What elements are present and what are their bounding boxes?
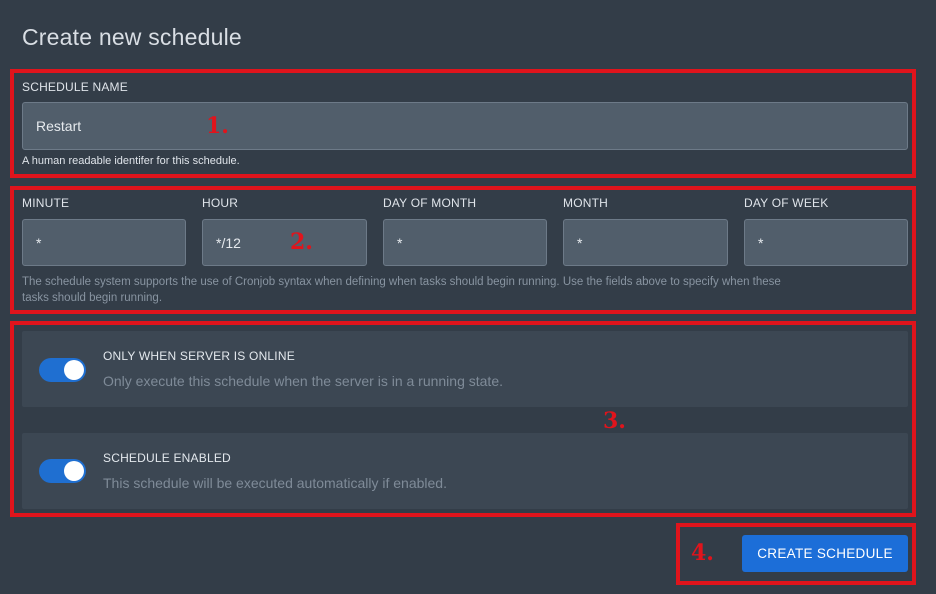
schedule-name-help: A human readable identifer for this sche…: [22, 155, 240, 167]
annotation-marker-2: 2.: [290, 229, 313, 255]
cron-help-line-1: The schedule system supports the use of …: [22, 276, 781, 288]
schedule-name-label: SCHEDULE NAME: [22, 80, 128, 94]
create-schedule-button[interactable]: CREATE SCHEDULE: [742, 535, 908, 572]
schedule-enabled-panel: SCHEDULE ENABLED This schedule will be e…: [22, 433, 908, 509]
day-of-month-value: *: [397, 234, 403, 251]
month-value: *: [577, 234, 583, 251]
minute-label: MINUTE: [22, 196, 70, 210]
hour-label: HOUR: [202, 196, 239, 210]
month-input[interactable]: *: [563, 219, 728, 266]
online-only-panel: ONLY WHEN SERVER IS ONLINE Only execute …: [22, 331, 908, 407]
annotation-marker-4: 4.: [691, 540, 714, 566]
schedule-enabled-title: SCHEDULE ENABLED: [103, 451, 231, 465]
annotation-marker-1: 1.: [206, 113, 229, 139]
annotation-marker-3: 3.: [603, 408, 626, 434]
online-only-toggle-knob: [64, 360, 84, 380]
day-of-week-input[interactable]: *: [744, 219, 908, 266]
page-title: Create new schedule: [22, 24, 242, 50]
schedule-enabled-toggle-knob: [64, 461, 84, 481]
online-only-description: Only execute this schedule when the serv…: [103, 373, 503, 389]
online-only-toggle[interactable]: [39, 358, 86, 382]
day-of-month-input[interactable]: *: [383, 219, 547, 266]
schedule-enabled-toggle[interactable]: [39, 459, 86, 483]
schedule-name-input[interactable]: Restart: [22, 102, 908, 150]
minute-input[interactable]: *: [22, 219, 186, 266]
online-only-title: ONLY WHEN SERVER IS ONLINE: [103, 349, 295, 363]
schedule-enabled-description: This schedule will be executed automatic…: [103, 475, 447, 491]
hour-input[interactable]: */12: [202, 219, 367, 266]
month-label: MONTH: [563, 196, 608, 210]
day-of-week-label: DAY OF WEEK: [744, 196, 829, 210]
schedule-name-value: Restart: [36, 118, 82, 134]
cron-help-line-2: tasks should begin running.: [22, 292, 163, 304]
day-of-month-label: DAY OF MONTH: [383, 196, 477, 210]
hour-value: */12: [216, 234, 241, 251]
minute-value: *: [36, 234, 42, 251]
day-of-week-value: *: [758, 234, 764, 251]
